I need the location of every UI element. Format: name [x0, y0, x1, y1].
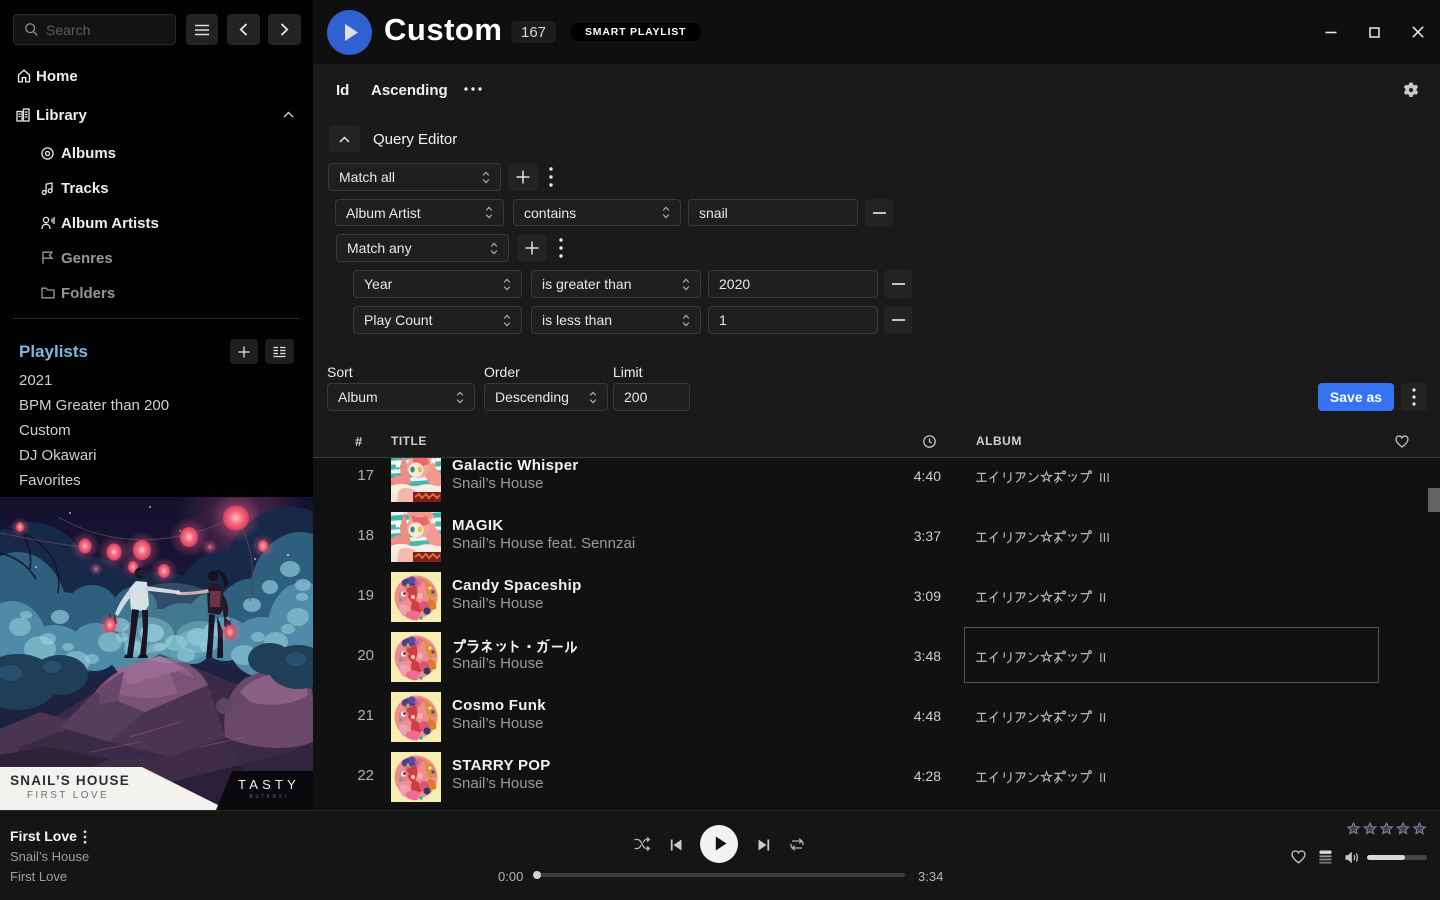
svg-text:TASTY: TASTY: [238, 777, 300, 792]
svg-text:SNAIL’S HOUSE: SNAIL’S HOUSE: [10, 773, 130, 788]
svg-text:BSTARXI: BSTARXI: [249, 794, 288, 800]
svg-text:FIRST LOVE: FIRST LOVE: [27, 790, 109, 801]
